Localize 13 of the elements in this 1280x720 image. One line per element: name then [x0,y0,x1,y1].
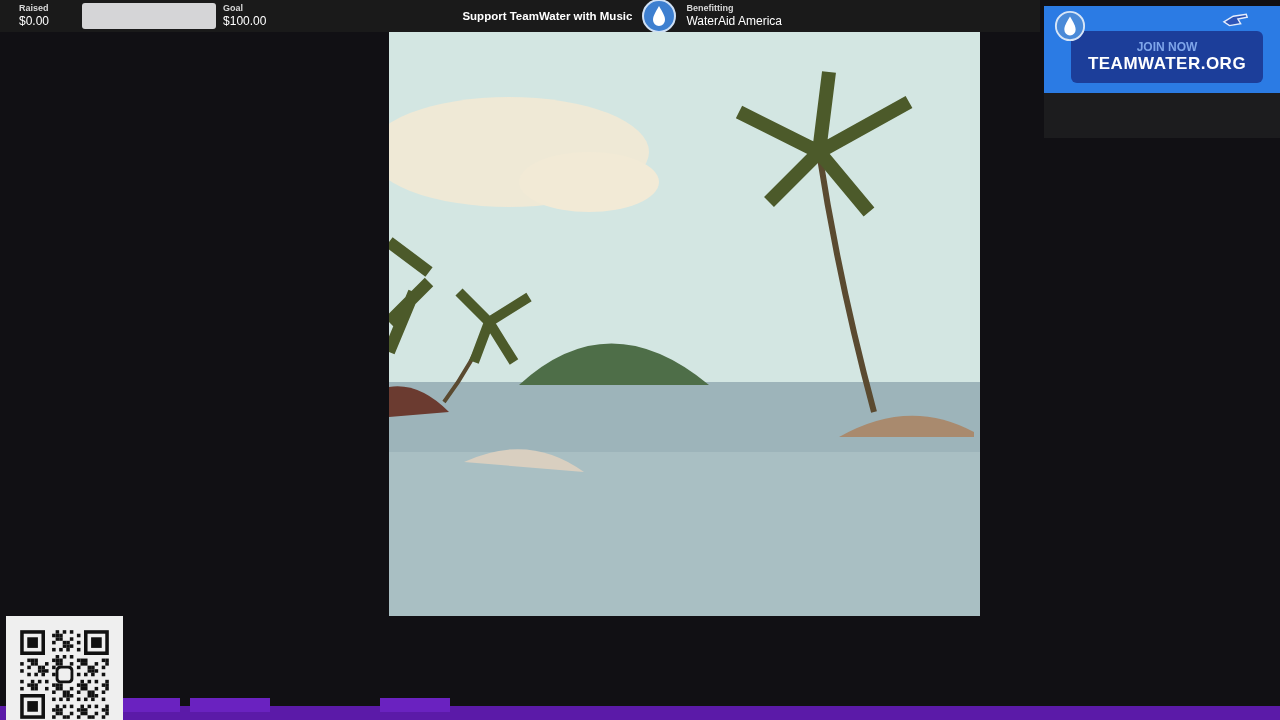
raised-value: $0.00 [19,14,50,29]
water-drop-logo-icon [1054,10,1086,42]
banner-headline: JOIN NOW [1136,39,1198,54]
campaign-title: Support TeamWater with Music [462,10,633,22]
charity-name: WaterAid America [686,14,782,29]
water-drop-logo-icon [642,0,677,33]
pointing-hand-icon [1222,12,1250,28]
goal-label: Goal [223,3,245,14]
banner[interactable]: JOIN NOW TEAMWATER.ORG [1044,6,1280,93]
benefitting-label: Benefitting [686,3,735,14]
goal-value: $100.00 [223,14,267,29]
banner-url: TEAMWATER.ORG [1087,53,1247,74]
raised-label: Raised [19,3,50,14]
